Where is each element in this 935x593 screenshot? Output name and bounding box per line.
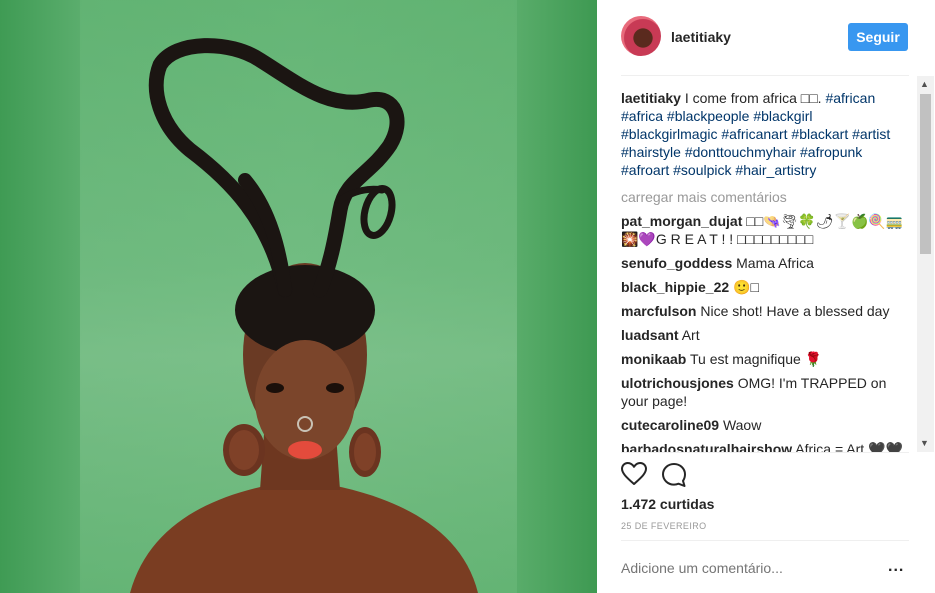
comments-list[interactable]: laetitiaky I come from africa □□. #afric… <box>621 86 911 452</box>
hashtag-link[interactable]: #soulpick <box>673 162 731 178</box>
speech-bubble-icon[interactable] <box>661 462 687 488</box>
comment-item: luadsant Art <box>621 326 911 344</box>
comment-text: 🙂□ <box>733 279 759 295</box>
caption-username[interactable]: laetitiaky <box>621 90 681 106</box>
hashtag-link[interactable]: #afropunk <box>800 144 862 160</box>
comment-text: Waow <box>722 417 762 433</box>
comment-item: cutecaroline09 Waow <box>621 416 911 434</box>
comment-username[interactable]: black_hippie_22 <box>621 279 729 295</box>
comments-divider <box>621 452 909 453</box>
post-header: laetitiaky Seguir <box>597 0 935 75</box>
comment-username[interactable]: marcfulson <box>621 303 696 319</box>
hashtag-link[interactable]: #blackpeople <box>667 108 750 124</box>
follow-button[interactable]: Seguir <box>848 23 908 51</box>
post-username[interactable]: laetitiaky <box>671 29 731 45</box>
add-comment-divider <box>621 540 909 541</box>
ellipsis-icon[interactable]: ... <box>888 559 904 575</box>
comment-text: Art <box>681 327 700 343</box>
hashtag-link[interactable]: #blackgirlmagic <box>621 126 717 142</box>
comment-item: monikaab Tu est magnifique 🌹 <box>621 350 911 368</box>
portrait-illustration <box>130 38 478 593</box>
avatar[interactable] <box>621 16 661 56</box>
comment-text: Tu est magnifique 🌹 <box>690 351 823 367</box>
likes-count[interactable]: 1.472 curtidas <box>621 496 714 512</box>
hashtag-link[interactable]: #african <box>825 90 875 106</box>
comment-item: pat_morgan_dujat □□👒🌪🍀🌶🍸🍏🍭🚃 🎇💜G R E A T … <box>621 212 911 248</box>
comment-username[interactable]: senufo_goddess <box>621 255 732 271</box>
header-divider <box>621 75 909 76</box>
comment-text: Mama Africa <box>736 255 814 271</box>
comment-username[interactable]: cutecaroline09 <box>621 417 719 433</box>
heart-icon[interactable] <box>621 462 647 488</box>
comment-username[interactable]: monikaab <box>621 351 686 367</box>
hashtag-link[interactable]: #africanart <box>721 126 787 142</box>
add-comment-input[interactable] <box>621 560 891 576</box>
post-date[interactable]: 25 DE FEVEREIRO <box>621 521 707 531</box>
comment-username[interactable]: barbadosnaturalhairshow <box>621 441 792 452</box>
comment-text: Nice shot! Have a blessed day <box>700 303 890 319</box>
comment-item: black_hippie_22 🙂□ <box>621 278 911 296</box>
load-more-comments-link[interactable]: carregar mais comentários <box>621 188 911 206</box>
hashtag-link[interactable]: #donttouchmyhair <box>685 144 796 160</box>
caption: laetitiaky I come from africa □□. #afric… <box>621 89 911 179</box>
comment-item: senufo_goddess Mama Africa <box>621 254 911 272</box>
comment-username[interactable]: luadsant <box>621 327 679 343</box>
hashtag-link[interactable]: #hairstyle <box>621 144 681 160</box>
hashtag-link[interactable]: #africa <box>621 108 663 124</box>
hashtag-link[interactable]: #blackart <box>791 126 848 142</box>
hashtag-link[interactable]: #afroart <box>621 162 669 178</box>
scroll-up-icon[interactable]: ▲ <box>920 79 929 89</box>
comment-username[interactable]: ulotrichousjones <box>621 375 734 391</box>
hashtag-link[interactable]: #hair_artistry <box>735 162 816 178</box>
scrollbar-thumb[interactable] <box>920 94 931 254</box>
post-side-panel: laetitiaky Seguir laetitiaky I come from… <box>597 0 935 593</box>
comment-item: barbadosnaturalhairshow Africa = Art 🖤🖤 <box>621 440 911 452</box>
comment-item: ulotrichousjones OMG! I'm TRAPPED on you… <box>621 374 911 410</box>
comment-username[interactable]: pat_morgan_dujat <box>621 213 742 229</box>
comment-text: Africa = Art 🖤🖤 <box>795 441 903 452</box>
hashtag-link[interactable]: #blackgirl <box>753 108 812 124</box>
scroll-down-icon[interactable]: ▼ <box>920 438 929 448</box>
comment-item: marcfulson Nice shot! Have a blessed day <box>621 302 911 320</box>
hashtag-link[interactable]: #artist <box>852 126 890 142</box>
caption-text: I come from africa □□. <box>684 90 822 106</box>
post-photo[interactable] <box>0 0 597 593</box>
